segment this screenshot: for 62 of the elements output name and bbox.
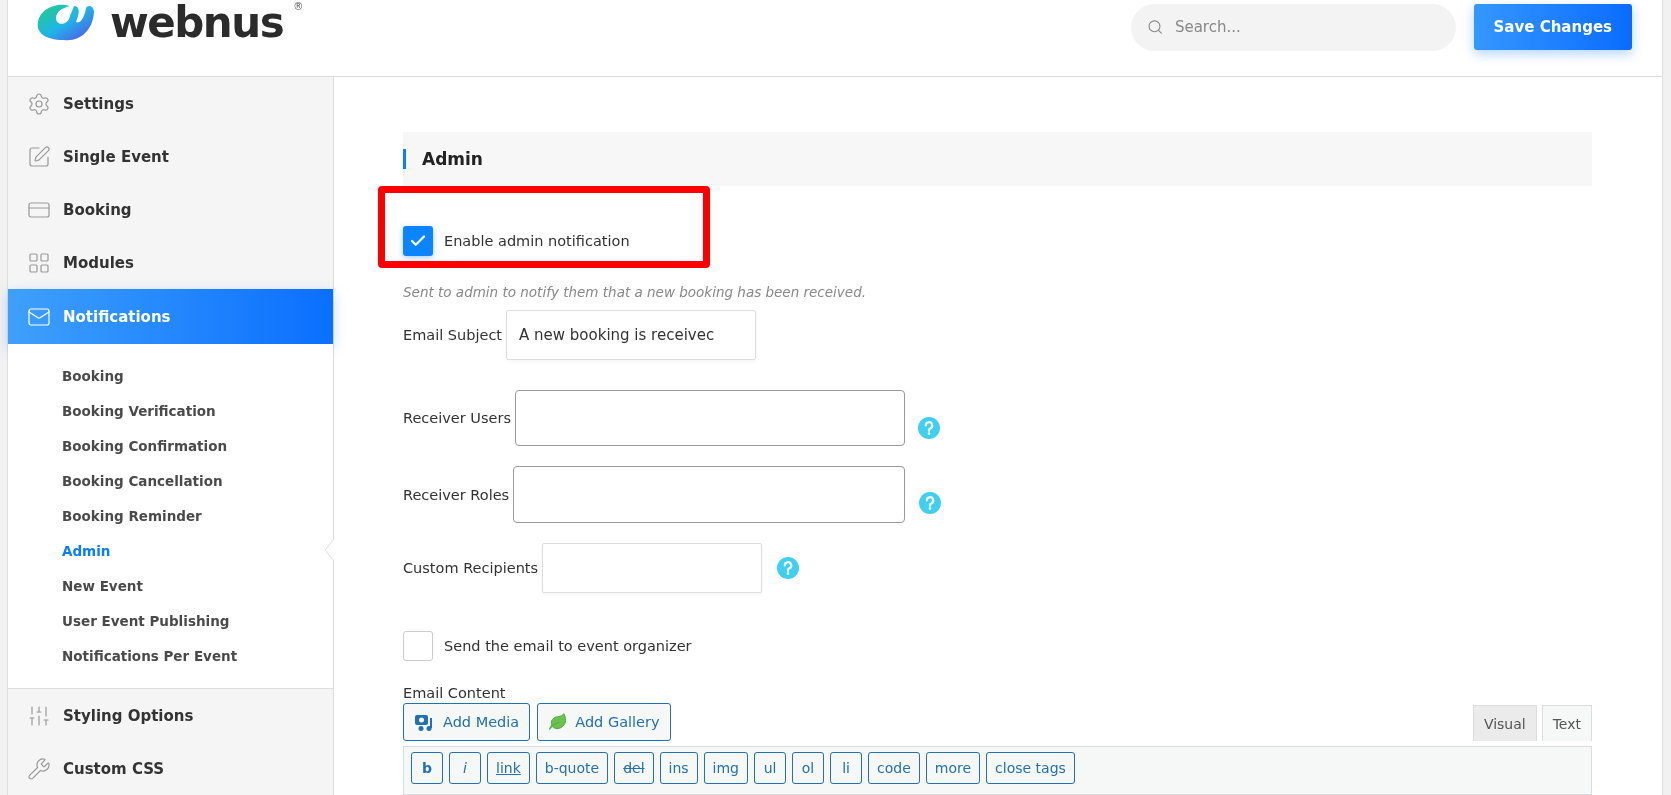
- toolbar-button[interactable]: li: [830, 752, 862, 785]
- field-label: Receiver Users: [403, 410, 511, 427]
- toolbar-button[interactable]: ins: [659, 752, 698, 785]
- toolbar-button[interactable]: link: [487, 752, 530, 785]
- section-title: Admin: [403, 149, 483, 170]
- toolbar-button[interactable]: b: [411, 752, 443, 785]
- submenu-item[interactable]: Booking Verification: [8, 393, 333, 428]
- submenu-item[interactable]: User Event Publishing: [8, 603, 333, 638]
- checkbox[interactable]: [403, 226, 433, 257]
- checkbox[interactable]: [403, 631, 433, 662]
- sidebar-icon: [27, 144, 51, 169]
- submenu-item[interactable]: Booking Confirmation: [8, 428, 333, 463]
- help-icon[interactable]: [919, 491, 942, 514]
- recipients-field[interactable]: [542, 543, 763, 594]
- toolbar-button[interactable]: close tags: [986, 752, 1075, 785]
- sidebar-icon: [27, 756, 51, 781]
- toolbar-button[interactable]: i: [449, 752, 481, 785]
- sidebar-item[interactable]: Modules: [8, 236, 333, 289]
- help-icon[interactable]: [777, 557, 800, 580]
- search-input[interactable]: Search...: [1172, 17, 1440, 37]
- subject-field[interactable]: A new booking is receivec: [506, 310, 757, 361]
- sidebar-item[interactable]: Booking: [8, 183, 333, 236]
- field-label: Custom Recipients: [403, 560, 539, 577]
- submenu-item[interactable]: Booking: [8, 358, 333, 393]
- toolbar-button[interactable]: b-quote: [535, 752, 609, 785]
- toolbar-button[interactable]: ol: [792, 752, 824, 785]
- add-gallery-button[interactable]: Add Gallery: [537, 703, 671, 742]
- registered-mark: ®: [293, 2, 304, 12]
- submenu-item[interactable]: Notifications Per Event: [8, 638, 333, 673]
- logo-text: webnus: [110, 2, 284, 44]
- roles-field[interactable]: [513, 466, 906, 524]
- submenu-item[interactable]: Admin: [8, 533, 333, 568]
- leaf-icon: [548, 712, 569, 733]
- toolbar-button[interactable]: del: [614, 752, 654, 785]
- field-label: Email Content: [403, 685, 506, 702]
- users-field[interactable]: [514, 390, 905, 447]
- description-text: Sent to admin to notify them that a new booking has been received.: [403, 284, 867, 301]
- search-icon: [1146, 18, 1163, 36]
- sidebar-icon: [27, 250, 51, 275]
- search-field[interactable]: Search...: [1130, 3, 1456, 51]
- submenu-item[interactable]: New Event: [8, 568, 333, 603]
- toolbar-button[interactable]: ul: [754, 752, 786, 785]
- sidebar-item[interactable]: Custom CSS: [8, 742, 333, 795]
- submenu-item[interactable]: Booking Cancellation: [8, 463, 333, 498]
- toolbar-button[interactable]: img: [703, 752, 748, 785]
- checkbox-label: Send the email to event organizer: [444, 638, 692, 655]
- submenu-item[interactable]: Booking Reminder: [8, 498, 333, 533]
- editor-tab[interactable]: Text: [1541, 705, 1592, 742]
- sidebar-item[interactable]: Notifications: [8, 289, 333, 344]
- help-icon[interactable]: [917, 417, 940, 440]
- sidebar-icon: [27, 91, 51, 116]
- editor-tab[interactable]: Visual: [1472, 705, 1537, 742]
- field-label: Receiver Roles: [403, 486, 510, 503]
- add-media-button[interactable]: Add Media: [403, 703, 531, 742]
- toolbar-button[interactable]: more: [925, 752, 981, 785]
- sidebar-item[interactable]: Single Event: [8, 130, 333, 183]
- sidebar-item[interactable]: Settings: [8, 77, 333, 130]
- toolbar-button[interactable]: code: [868, 752, 920, 785]
- checkbox-label: Enable admin notification: [444, 233, 630, 250]
- save-button[interactable]: Save Changes: [1473, 4, 1632, 50]
- field-label: Email Subject: [403, 327, 503, 344]
- sidebar-item[interactable]: Styling Options: [8, 689, 333, 742]
